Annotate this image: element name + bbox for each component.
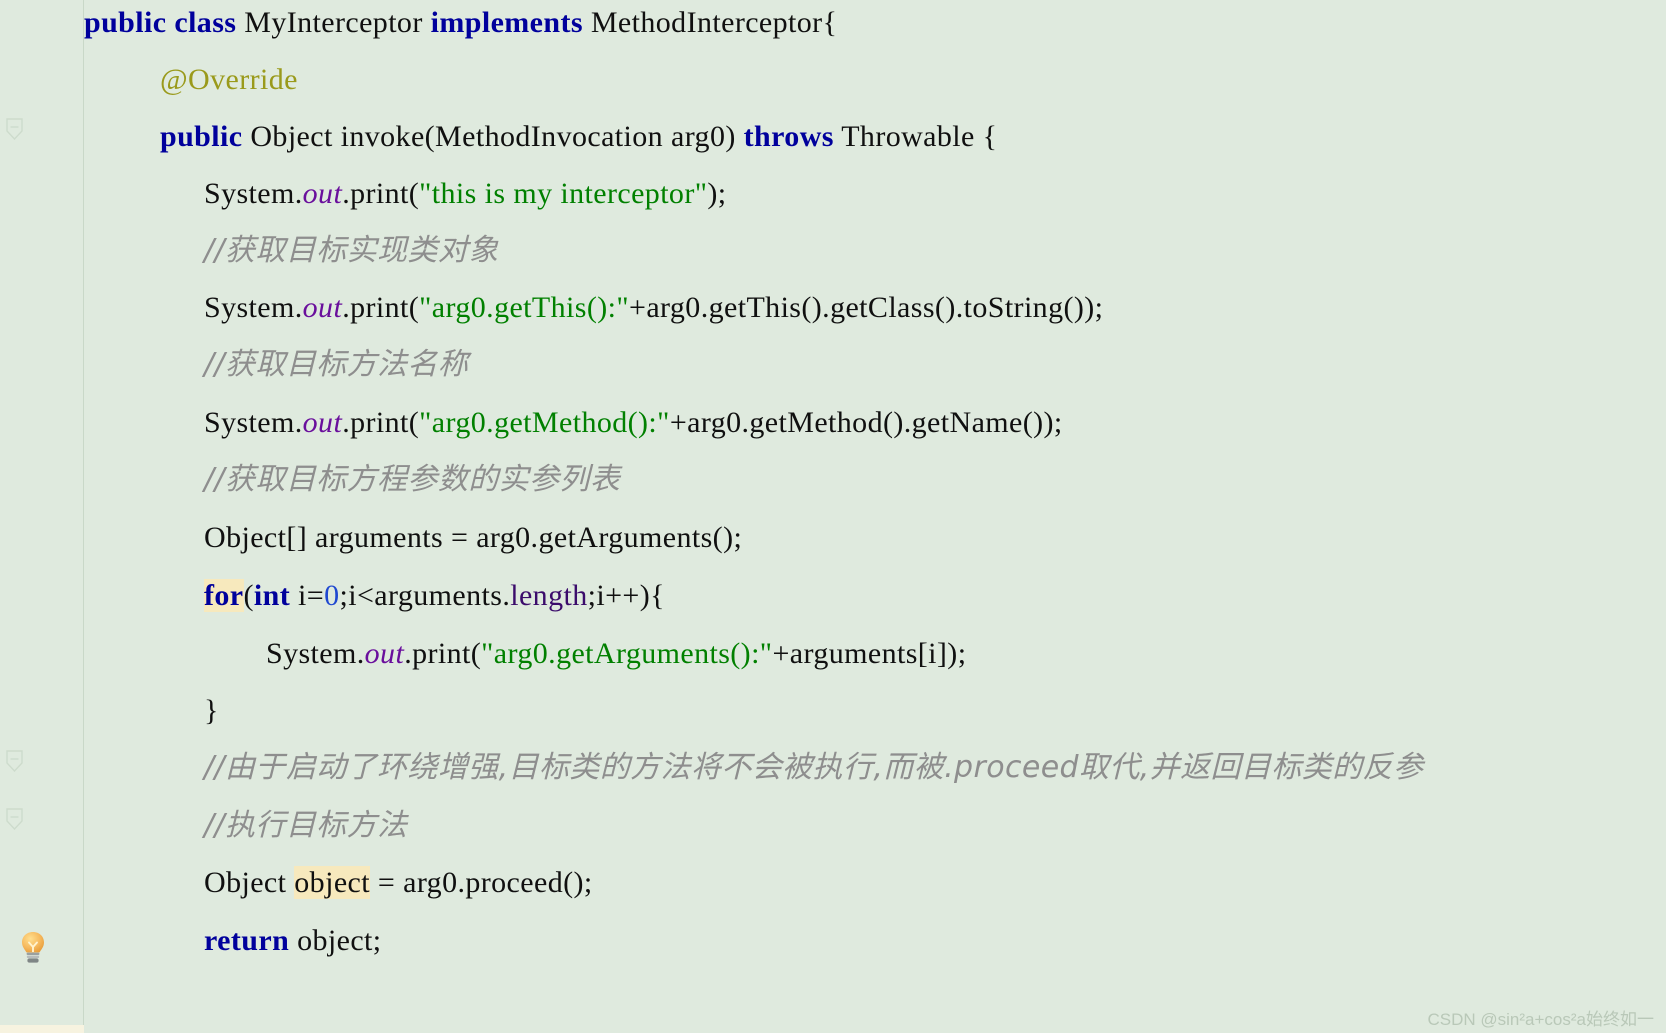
code-token: out	[364, 637, 405, 670]
code-line[interactable]: //执行目标方法	[84, 811, 407, 841]
editor-gutter[interactable]	[0, 0, 84, 1033]
code-line[interactable]: public Object invoke(MethodInvocation ar…	[84, 122, 997, 152]
code-line[interactable]: Object[] arguments = arg0.getArguments()…	[84, 523, 742, 553]
watermark: CSDN @sin²a+cos²a始终如一	[1427, 1010, 1655, 1029]
code-token: 0	[324, 579, 340, 612]
code-token: "this is my interceptor"	[419, 177, 708, 210]
code-content[interactable]: public class MyInterceptor implements Me…	[84, 0, 1666, 1033]
code-token: = arg0.proceed();	[369, 866, 593, 899]
code-line[interactable]: System.out.print("arg0.getThis():"+arg0.…	[84, 293, 1103, 323]
fold-collapse-icon[interactable]	[6, 750, 23, 772]
code-token: System.	[204, 406, 303, 439]
code-token: Object	[204, 866, 295, 899]
code-token: //由于启动了环绕增强,目标类的方法将不会被执行,而被.proceed取代,并返…	[204, 750, 1424, 785]
code-token: .print(	[404, 637, 482, 670]
code-token: //获取目标实现类对象	[204, 233, 499, 268]
code-token: //获取目标方程参数的实参列表	[204, 462, 621, 497]
code-line[interactable]: System.out.print("this is my interceptor…	[84, 179, 727, 209]
code-token: MethodInterceptor{	[582, 6, 838, 39]
code-token: Object invoke(MethodInvocation arg0)	[242, 120, 744, 153]
code-line[interactable]: for(int i=0;i<arguments.length;i++){	[84, 579, 665, 612]
code-token: public	[84, 6, 167, 39]
code-line[interactable]: //由于启动了环绕增强,目标类的方法将不会被执行,而被.proceed取代,并返…	[84, 753, 1423, 783]
code-token: System.	[204, 291, 303, 324]
code-line[interactable]: //获取目标实现类对象	[84, 236, 499, 266]
code-token: System.	[266, 637, 365, 670]
code-line[interactable]: @Override	[84, 65, 298, 95]
code-line[interactable]: System.out.print("arg0.getMethod():"+arg…	[84, 408, 1063, 438]
code-token: ;i<arguments.	[339, 579, 511, 612]
code-token: .print(	[342, 177, 420, 210]
code-line[interactable]: System.out.print("arg0.getArguments():"+…	[84, 639, 966, 669]
code-token: i=	[290, 579, 325, 612]
code-line[interactable]: Object object = arg0.proceed();	[84, 866, 593, 899]
code-token: @Override	[160, 63, 298, 96]
code-token: +arg0.getThis().getClass().toString());	[629, 291, 1104, 324]
code-token: return	[204, 924, 290, 957]
code-token: .print(	[342, 406, 420, 439]
lightbulb-icon[interactable]	[18, 930, 48, 964]
code-token: );	[707, 177, 727, 210]
code-token: out	[302, 406, 343, 439]
code-line[interactable]: //获取目标方法名称	[84, 350, 468, 380]
code-token: for	[204, 579, 244, 612]
code-token: object	[294, 866, 370, 899]
code-token: +arg0.getMethod().getName());	[669, 406, 1063, 439]
code-line[interactable]: return object;	[84, 926, 382, 956]
code-token: //执行目标方法	[204, 808, 408, 843]
code-token: object;	[289, 924, 382, 957]
code-editor[interactable]: public class MyInterceptor implements Me…	[0, 0, 1666, 1033]
code-line[interactable]: //获取目标方程参数的实参列表	[84, 465, 620, 495]
code-token: "arg0.getMethod():"	[419, 406, 670, 439]
code-token: class	[174, 6, 237, 39]
fold-collapse-icon[interactable]	[6, 808, 23, 830]
code-token: "arg0.getArguments():"	[481, 637, 773, 670]
code-token: MyInterceptor	[236, 6, 431, 39]
fold-collapse-icon[interactable]	[6, 118, 23, 140]
code-line[interactable]: }	[84, 696, 219, 726]
code-token: System.	[204, 177, 303, 210]
code-token: (	[243, 579, 254, 612]
code-token: int	[253, 579, 291, 612]
gutter-bottom-strip	[0, 1025, 84, 1033]
code-token: length	[510, 579, 588, 612]
code-token: Object[] arguments = arg0.getArguments()…	[204, 521, 743, 554]
code-line[interactable]: public class MyInterceptor implements Me…	[84, 8, 837, 38]
code-token: "arg0.getThis():"	[419, 291, 630, 324]
code-token: .print(	[342, 291, 420, 324]
code-token: //获取目标方法名称	[204, 347, 469, 382]
code-token: public	[160, 120, 243, 153]
code-token: }	[204, 694, 219, 727]
code-token: implements	[430, 6, 583, 39]
code-token: +arguments[i]);	[772, 637, 967, 670]
code-token: out	[302, 291, 343, 324]
code-token: Throwable {	[833, 120, 998, 153]
code-token: out	[302, 177, 343, 210]
code-token: throws	[743, 120, 834, 153]
code-token: ;i++){	[587, 579, 665, 612]
